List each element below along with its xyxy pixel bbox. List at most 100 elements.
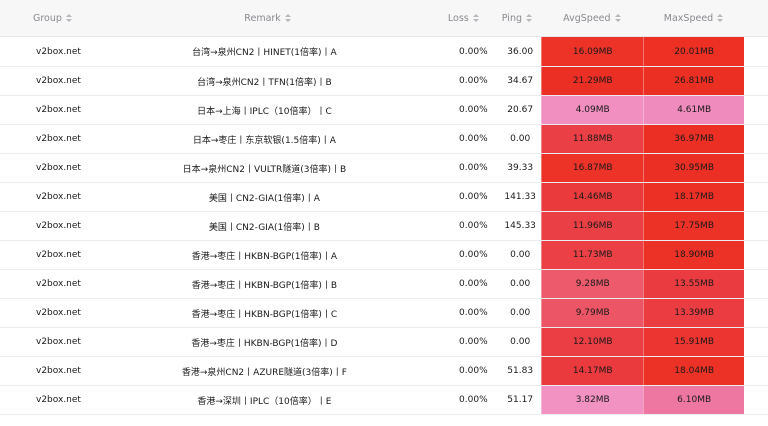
cell-group: v2box.net <box>36 105 81 115</box>
cell-group: v2box.net <box>36 221 81 231</box>
cell-group: v2box.net <box>36 163 81 173</box>
table-row[interactable]: v2box.net 日本→泉州CN2丨VULTR隧道(3倍率)丨B 0.00% 39.… <box>0 154 768 183</box>
column-header-ping[interactable]: Ping <box>493 13 541 24</box>
cell-group: v2box.net <box>36 46 81 57</box>
cell-avgspeed: 14.46MB <box>541 183 644 211</box>
cell-loss: 0.00% <box>459 134 488 144</box>
cell-ping: 145.33 <box>504 221 536 231</box>
cell-maxspeed: 30.95MB <box>643 154 745 182</box>
cell-loss: 0.00% <box>459 366 488 376</box>
column-header-remark[interactable]: Remark <box>111 13 424 24</box>
table-row[interactable]: v2box.net 香港→枣庄丨HKBN-BGP(1倍率)丨A 0.00% 0.00 1… <box>0 241 768 270</box>
cell-group: v2box.net <box>36 395 81 405</box>
cell-group: v2box.net <box>36 308 81 318</box>
row-spacer <box>744 328 768 356</box>
row-spacer <box>744 212 768 240</box>
cell-avgspeed: 9.79MB <box>541 299 644 327</box>
table-body: v2box.net 台湾→泉州CN2丨HINET(1倍率)丨A 0.00% 36.00… <box>0 37 768 415</box>
column-header-avgspeed[interactable]: AvgSpeed <box>541 13 643 24</box>
cell-avgspeed: 11.88MB <box>541 125 644 153</box>
table-row[interactable]: v2box.net 香港→枣庄丨HKBN-BGP(1倍率)丨C 0.00% 0.00 9… <box>0 299 768 328</box>
cell-maxspeed: 6.10MB <box>643 386 745 414</box>
table-row[interactable]: v2box.net 台湾→泉州CN2丨TFN(1倍率)丨B 0.00% 34.67 21… <box>0 67 768 96</box>
cell-ping: 0.00 <box>510 337 531 347</box>
row-spacer <box>744 270 768 298</box>
cell-loss: 0.00% <box>459 279 488 289</box>
cell-group: v2box.net <box>36 279 81 289</box>
cell-avgspeed: 4.09MB <box>541 96 644 124</box>
cell-avgspeed: 11.96MB <box>541 212 644 240</box>
cell-loss: 0.00% <box>459 163 488 173</box>
sort-icon[interactable] <box>717 14 724 22</box>
cell-group: v2box.net <box>36 76 81 86</box>
row-spacer <box>744 183 768 211</box>
table-row[interactable]: v2box.net 香港→深圳丨IPLC（10倍率）丨E 0.00% 51.17 3.8… <box>0 386 768 415</box>
column-header-group[interactable]: Group <box>0 13 111 24</box>
sort-icon[interactable] <box>472 14 479 22</box>
column-header-label: Group <box>33 12 62 24</box>
cell-avgspeed: 21.29MB <box>541 67 644 95</box>
cell-group: v2box.net <box>36 192 81 202</box>
cell-remark: 台湾→泉州CN2丨TFN(1倍率)丨B <box>197 77 332 88</box>
table-row[interactable]: v2box.net 台湾→泉州CN2丨HINET(1倍率)丨A 0.00% 36.00… <box>0 37 768 67</box>
cell-loss: 0.00% <box>459 46 488 57</box>
cell-maxspeed: 18.90MB <box>643 241 745 269</box>
sort-icon[interactable] <box>614 14 621 22</box>
cell-group: v2box.net <box>36 337 81 347</box>
cell-avgspeed: 14.17MB <box>541 357 644 385</box>
cell-group: v2box.net <box>36 366 81 376</box>
row-spacer <box>744 241 768 269</box>
cell-loss: 0.00% <box>459 105 488 115</box>
cell-maxspeed: 36.97MB <box>643 125 745 153</box>
cell-remark: 美国丨CN2-GIA(1倍率)丨B <box>208 222 320 233</box>
cell-maxspeed: 18.17MB <box>643 183 745 211</box>
cell-remark: 香港→枣庄丨HKBN-BGP(1倍率)丨D <box>191 338 338 349</box>
sort-icon[interactable] <box>65 14 72 22</box>
cell-maxspeed: 18.04MB <box>643 357 745 385</box>
cell-remark: 台湾→泉州CN2丨HINET(1倍率)丨A <box>192 48 337 58</box>
cell-remark: 日本→上海丨IPLC（10倍率）丨C <box>197 106 332 117</box>
table-row[interactable]: v2box.net 香港→枣庄丨HKBN-BGP(1倍率)丨B 0.00% 0.00 9… <box>0 270 768 299</box>
table-row[interactable]: v2box.net 香港→泉州CN2丨AZURE隧道(3倍率)丨F 0.00% 51.… <box>0 357 768 386</box>
table-row[interactable]: v2box.net 美国丨CN2-GIA(1倍率)丨A 0.00% 141.33 14.… <box>0 183 768 212</box>
row-spacer <box>744 154 768 182</box>
sort-icon[interactable] <box>284 14 291 22</box>
cell-maxspeed: 13.39MB <box>643 299 745 327</box>
sort-icon[interactable] <box>526 14 532 22</box>
cell-loss: 0.00% <box>459 395 488 405</box>
cell-avgspeed: 9.28MB <box>541 270 644 298</box>
cell-avgspeed: 16.87MB <box>541 154 644 182</box>
row-spacer <box>744 386 768 414</box>
table-row[interactable]: v2box.net 美国丨CN2-GIA(1倍率)丨B 0.00% 145.33 11.… <box>0 212 768 241</box>
row-spacer <box>744 299 768 327</box>
cell-loss: 0.00% <box>459 250 488 260</box>
cell-loss: 0.00% <box>459 337 488 347</box>
cell-remark: 香港→枣庄丨HKBN-BGP(1倍率)丨A <box>191 251 338 262</box>
cell-loss: 0.00% <box>459 308 488 318</box>
table-row[interactable]: v2box.net 日本→上海丨IPLC（10倍率）丨C 0.00% 20.67 4.0… <box>0 96 768 125</box>
cell-ping: 0.00 <box>510 308 531 318</box>
cell-remark: 日本→泉州CN2丨VULTR隧道(3倍率)丨B <box>182 164 347 175</box>
cell-maxspeed: 17.75MB <box>643 212 745 240</box>
column-header-label: AvgSpeed <box>563 12 611 24</box>
cell-ping: 51.17 <box>507 395 534 405</box>
row-spacer <box>744 125 768 153</box>
column-header-loss[interactable]: Loss <box>424 13 493 24</box>
cell-ping: 20.67 <box>507 105 534 115</box>
table-row[interactable]: v2box.net 日本→枣庄丨东京软银(1.5倍率)丨A 0.00% 0.00 11.… <box>0 125 768 154</box>
cell-remark: 香港→泉州CN2丨AZURE隧道(3倍率)丨F <box>181 367 347 378</box>
cell-avgspeed: 16.09MB <box>541 37 644 66</box>
cell-group: v2box.net <box>36 134 81 144</box>
cell-loss: 0.00% <box>459 221 488 231</box>
cell-ping: 141.33 <box>504 192 536 202</box>
row-spacer <box>744 67 768 95</box>
cell-ping: 34.67 <box>507 76 534 86</box>
cell-maxspeed: 20.01MB <box>643 37 745 66</box>
cell-remark: 美国丨CN2-GIA(1倍率)丨A <box>208 193 320 204</box>
cell-ping: 0.00 <box>510 250 531 260</box>
column-header-maxspeed[interactable]: MaxSpeed <box>643 13 744 24</box>
cell-remark: 香港→枣庄丨HKBN-BGP(1倍率)丨B <box>191 280 338 291</box>
table-row[interactable]: v2box.net 香港→枣庄丨HKBN-BGP(1倍率)丨D 0.00% 0.00 1… <box>0 328 768 357</box>
cell-maxspeed: 13.55MB <box>643 270 745 298</box>
cell-loss: 0.00% <box>459 192 488 202</box>
